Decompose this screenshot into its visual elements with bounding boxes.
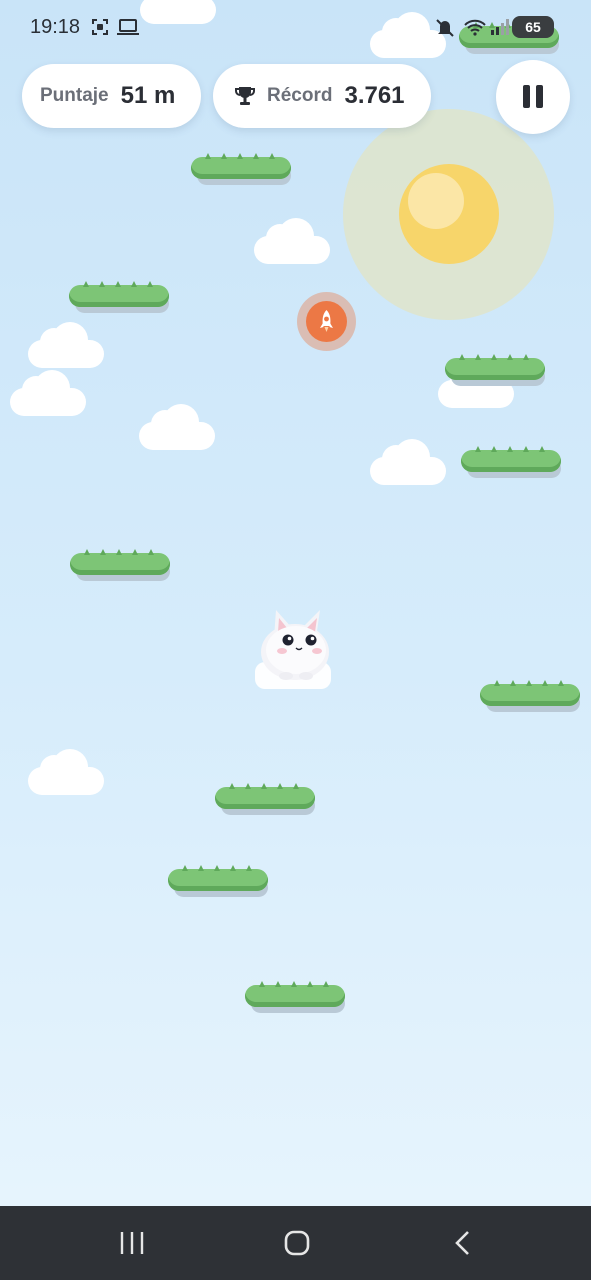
back-icon[interactable]	[452, 1229, 474, 1257]
grass-tuft	[229, 783, 235, 789]
recent-apps-icon[interactable]	[118, 1230, 146, 1256]
grass-tuft	[148, 549, 154, 555]
grass-tuft	[259, 981, 265, 987]
grass-tuft	[269, 153, 275, 159]
cloud	[139, 404, 215, 450]
wifi-icon	[463, 17, 487, 41]
grass-tuft	[230, 865, 236, 871]
cloud	[370, 439, 446, 485]
grass-tuft	[277, 783, 283, 789]
grass-tuft	[523, 446, 529, 452]
navigation-bar	[0, 1206, 591, 1280]
player-cat	[254, 604, 334, 690]
record-panel: Récord 3.761	[213, 64, 431, 128]
grass-tuft	[494, 680, 500, 686]
grass-tuft	[323, 981, 329, 987]
grass-tuft	[491, 354, 497, 360]
pause-button[interactable]	[496, 60, 570, 134]
score-panel: Puntaje 51 m	[22, 64, 201, 128]
battery-indicator: 65	[512, 16, 554, 38]
grass-tuft	[182, 865, 188, 871]
grass-tuft	[291, 981, 297, 987]
grass-tuft	[198, 865, 204, 871]
cloud	[28, 749, 104, 795]
grass-tuft	[99, 281, 105, 287]
grass-tuft	[307, 981, 313, 987]
grass-tuft	[459, 354, 465, 360]
cloud	[254, 218, 330, 264]
score-value: 51 m	[120, 82, 176, 109]
platform	[69, 281, 169, 313]
status-time: 19:18	[30, 16, 81, 38]
grass-tuft	[293, 783, 299, 789]
platform	[70, 549, 170, 581]
grass-tuft	[246, 865, 252, 871]
platform	[480, 680, 580, 712]
platform	[245, 981, 345, 1013]
grass-tuft	[84, 549, 90, 555]
grass-tuft	[115, 281, 121, 287]
platform	[461, 446, 561, 478]
grass-tuft	[261, 783, 267, 789]
grass-tuft	[132, 549, 138, 555]
cloud	[10, 370, 86, 416]
mute-icon	[434, 17, 456, 43]
platform	[191, 153, 291, 185]
rocket-icon	[320, 310, 333, 332]
grass-tuft	[507, 354, 513, 360]
grass-tuft	[558, 680, 564, 686]
status-bar: 19:18 65	[0, 0, 591, 56]
grass-tuft	[491, 446, 497, 452]
grass-tuft	[253, 153, 259, 159]
grass-tuft	[205, 153, 211, 159]
grass-tuft	[539, 446, 545, 452]
grass-tuft	[245, 783, 251, 789]
laptop-icon	[116, 17, 140, 41]
grass-tuft	[237, 153, 243, 159]
grass-tuft	[221, 153, 227, 159]
trophy-icon	[233, 84, 257, 108]
record-label: Récord	[267, 85, 333, 106]
sun-highlight	[408, 173, 464, 229]
grass-tuft	[116, 549, 122, 555]
platform	[168, 865, 268, 897]
grass-tuft	[100, 549, 106, 555]
game-stage[interactable]: 19:18 65 Puntaje 51 m Récord 3.761	[0, 0, 591, 1206]
grass-tuft	[526, 680, 532, 686]
rocket-powerup-core	[306, 301, 347, 342]
grass-tuft	[83, 281, 89, 287]
cloud	[28, 322, 104, 368]
platform	[215, 783, 315, 815]
grass-tuft	[507, 446, 513, 452]
grass-tuft	[131, 281, 137, 287]
grass-tuft	[510, 680, 516, 686]
grass-tuft	[523, 354, 529, 360]
score-label: Puntaje	[40, 85, 109, 106]
grass-tuft	[147, 281, 153, 287]
signal-icon	[490, 17, 510, 41]
grass-tuft	[475, 354, 481, 360]
grass-tuft	[275, 981, 281, 987]
grass-tuft	[214, 865, 220, 871]
grass-tuft	[475, 446, 481, 452]
platform	[445, 354, 545, 386]
grass-tuft	[542, 680, 548, 686]
home-icon[interactable]	[283, 1229, 311, 1257]
screenshot-icon	[90, 17, 110, 41]
record-value: 3.761	[344, 82, 405, 109]
